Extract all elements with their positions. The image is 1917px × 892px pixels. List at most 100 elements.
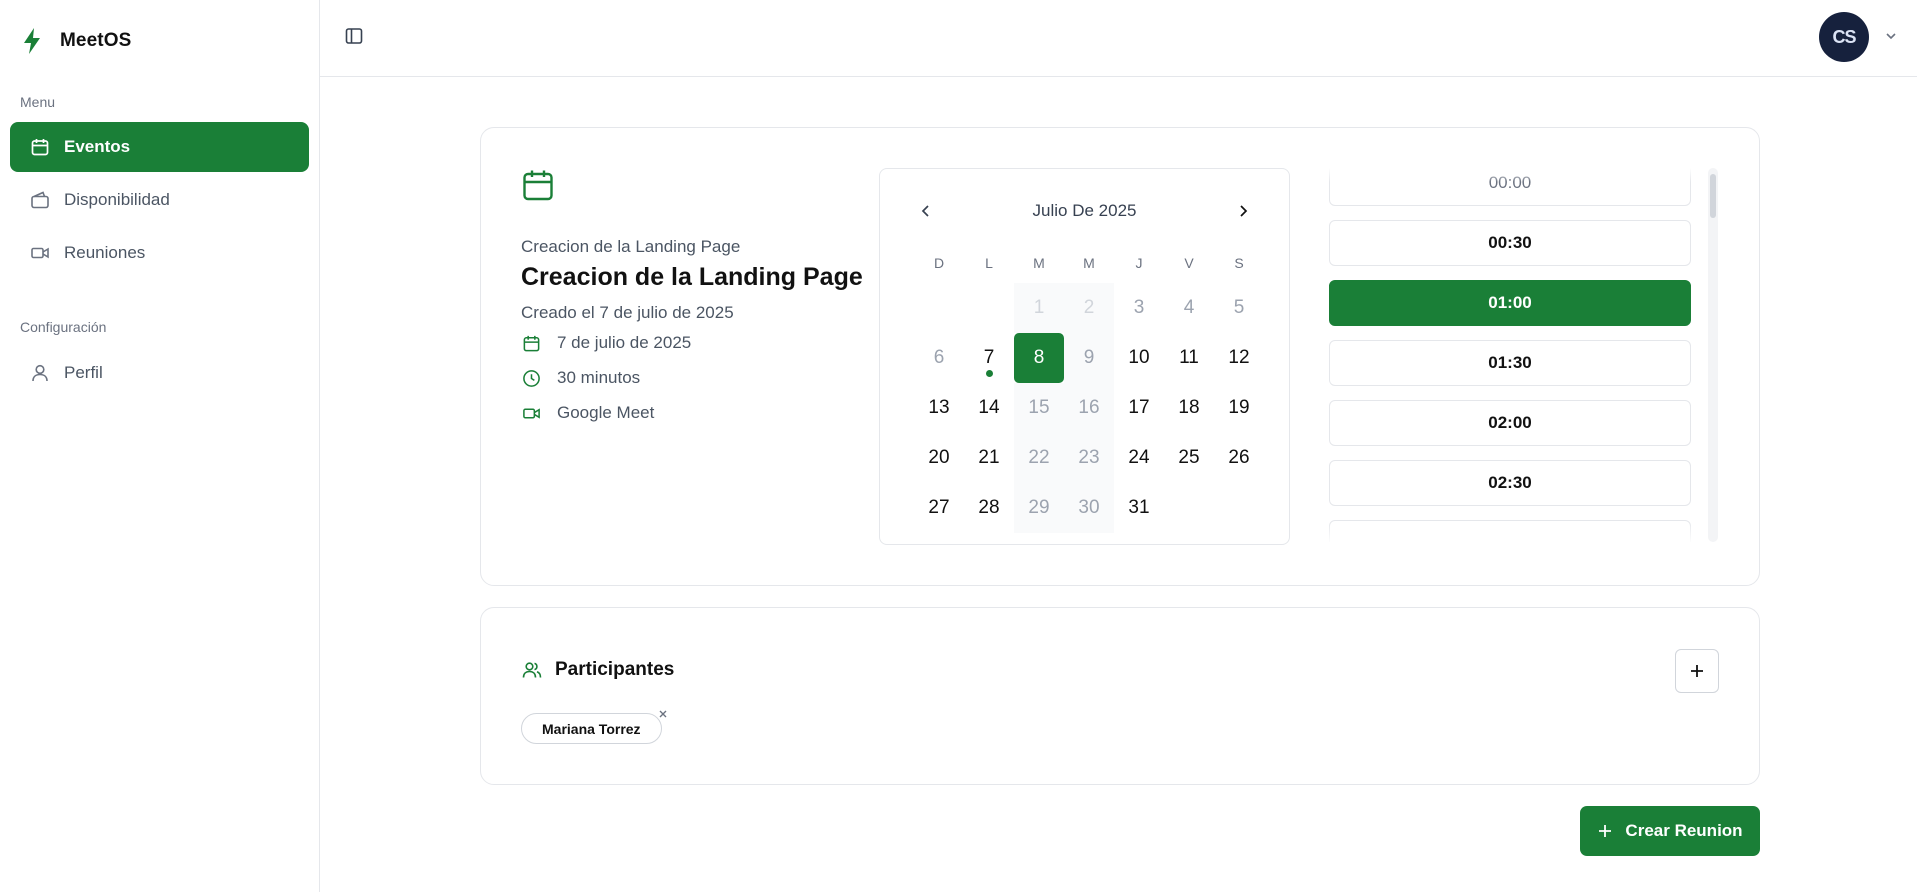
event-date: 7 de julio de 2025 (557, 333, 692, 352)
calendar: Julio De 2025 D L M M J V S 1 2 3 4 5 6 … (879, 168, 1290, 545)
avatar[interactable]: CS (1819, 12, 1869, 62)
calendar-day[interactable]: 16 (1064, 383, 1114, 433)
participants-card: Participantes Mariana Torrez (480, 607, 1760, 785)
calendar-day-empty (914, 283, 964, 333)
calendar-day-number: 7 (983, 347, 995, 368)
calendar-day[interactable]: 29 (1014, 483, 1064, 533)
calendar-week: 20 21 22 23 24 25 26 (914, 433, 1264, 483)
sidebar-item-label: Perfil (64, 363, 103, 382)
weekday-label: J (1135, 255, 1143, 271)
calendar-day[interactable]: 21 (964, 433, 1014, 483)
sidebar-item-label: Eventos (64, 137, 131, 156)
create-meeting-label: Crear Reunion (1625, 821, 1743, 840)
calendar-day: 3 (1133, 297, 1145, 318)
slots-fade-top (1329, 168, 1691, 182)
clock-icon (521, 368, 541, 388)
calendar-day[interactable]: 11 (1164, 333, 1214, 383)
calendar-day[interactable]: 15 (1014, 383, 1064, 433)
sidebar-item-label: Disponibilidad (64, 190, 170, 209)
slots-scrollbar-track[interactable] (1708, 168, 1718, 542)
video-icon (30, 243, 50, 263)
calendar-day-empty (1214, 483, 1264, 533)
event-calendar-icon (521, 168, 555, 202)
sidebar-item-perfil[interactable]: Perfil (10, 348, 309, 398)
event-subtitle: Creacion de la Landing Page (521, 237, 741, 256)
calendar-day[interactable]: 25 (1164, 433, 1214, 483)
calendar-day[interactable]: 14 (964, 383, 1014, 433)
add-participant-button[interactable] (1675, 649, 1719, 693)
calendar-day: 5 (1233, 297, 1245, 318)
chevron-down-icon[interactable] (1883, 28, 1899, 44)
weekday-label: L (985, 255, 993, 271)
calendar-grid: D L M M J V S 1 2 3 4 5 6 7 8 9 10 11 12… (914, 253, 1264, 533)
weekday-label: V (1184, 255, 1194, 271)
calendar-day[interactable]: 17 (1114, 383, 1164, 433)
remove-participant-icon[interactable] (656, 707, 670, 721)
calendar-day[interactable]: 22 (1014, 433, 1064, 483)
calendar-day[interactable]: 12 (1214, 333, 1264, 383)
calendar-week: 13 14 15 16 17 18 19 (914, 383, 1264, 433)
calendar-day[interactable]: 24 (1114, 433, 1164, 483)
plus-icon (1599, 825, 1612, 837)
calendar-day-empty (964, 283, 1014, 333)
create-meeting-button[interactable]: Crear Reunion (1580, 806, 1760, 856)
time-slot-list[interactable]: 00:00 00:30 01:00 01:30 02:00 02:30 (1329, 168, 1691, 542)
brand[interactable]: MeetOS (20, 26, 131, 56)
weekday-label: M (1083, 255, 1095, 271)
calendar-day-empty (1164, 483, 1214, 533)
weekday-label: S (1234, 255, 1244, 271)
calendar-week: 1 2 3 4 5 (914, 283, 1264, 333)
next-month-button[interactable] (1231, 199, 1255, 223)
event-duration: 30 minutos (557, 368, 641, 387)
calendar-day[interactable]: 13 (914, 383, 964, 433)
calendar-day[interactable]: 31 (1114, 483, 1164, 533)
calendar-day[interactable]: 26 (1214, 433, 1264, 483)
participant-chip: Mariana Torrez (521, 713, 662, 744)
time-slot[interactable]: 01:30 (1329, 340, 1691, 386)
calendar-day[interactable]: 19 (1214, 383, 1264, 433)
lightning-logo-icon (20, 26, 44, 56)
topbar: CS (320, 0, 1917, 77)
event-platform: Google Meet (557, 403, 655, 422)
plus-icon (1691, 665, 1703, 677)
sidebar: MeetOS Menu Eventos Disponibilidad Reuni… (0, 0, 320, 892)
event-title: Creacion de la Landing Page (521, 263, 863, 291)
slots-scrollbar-thumb[interactable] (1710, 174, 1716, 218)
today-dot (985, 370, 993, 377)
sidebar-item-disponibilidad[interactable]: Disponibilidad (10, 175, 309, 225)
calendar-day[interactable]: 28 (964, 483, 1014, 533)
config-section-label: Configuración (20, 319, 107, 335)
event-created-date: Creado el 7 de julio de 2025 (521, 303, 734, 322)
app-name: MeetOS (60, 30, 132, 51)
calendar-day[interactable]: 30 (1064, 483, 1114, 533)
calendar-day[interactable]: 10 (1114, 333, 1164, 383)
calendar-day[interactable]: 27 (914, 483, 964, 533)
chevron-right-icon (1240, 205, 1248, 217)
event-platform-row: Google Meet (521, 403, 654, 423)
time-slot[interactable]: 00:30 (1329, 220, 1691, 266)
time-slot[interactable]: 02:00 (1329, 400, 1691, 446)
calendar-day[interactable]: 9 (1064, 333, 1114, 383)
sidebar-toggle-button[interactable] (342, 24, 366, 48)
calendar-day: 2 (1064, 283, 1114, 333)
calendar-day: 6 (933, 347, 945, 368)
sidebar-item-reuniones[interactable]: Reuniones (10, 228, 309, 278)
calendar-week: 6 7 8 9 10 11 12 (914, 333, 1264, 383)
user-icon (30, 363, 50, 383)
calendar-day-today[interactable]: 7 (964, 333, 1014, 383)
calendar-day[interactable]: 23 (1064, 433, 1114, 483)
sidebar-item-eventos[interactable]: Eventos (10, 122, 309, 172)
calendar-day[interactable]: 20 (914, 433, 964, 483)
calendar-day[interactable]: 18 (1164, 383, 1214, 433)
calendar-icon (30, 137, 50, 157)
slots-fade-bottom (1329, 522, 1691, 544)
calendar-day-selected[interactable]: 8 (1014, 333, 1064, 383)
menu-section-label: Menu (20, 94, 56, 110)
weekday-label: M (1033, 255, 1045, 271)
time-slot-selected[interactable]: 01:00 (1329, 280, 1691, 326)
calendar-day: 4 (1183, 297, 1195, 318)
video-icon (521, 403, 541, 423)
panel-left-icon (345, 28, 363, 44)
time-slot[interactable]: 02:30 (1329, 460, 1691, 506)
participants-header: Participantes (521, 659, 674, 681)
